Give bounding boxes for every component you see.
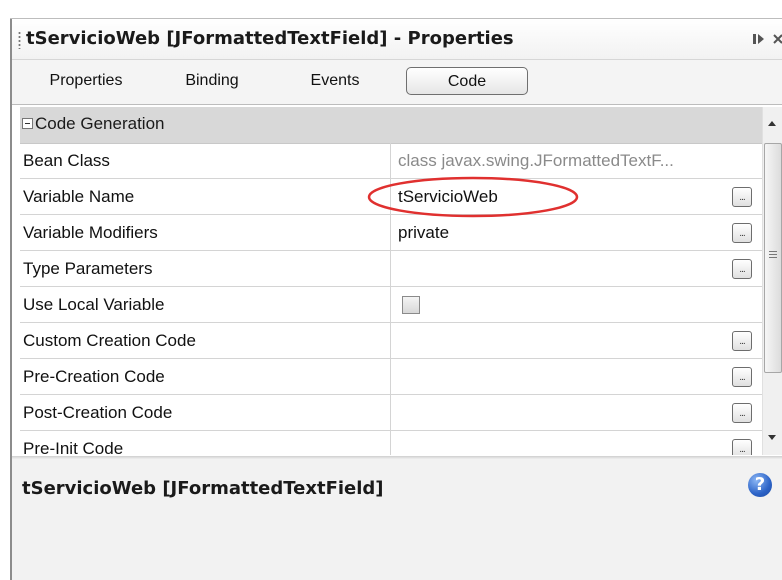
property-value[interactable] <box>398 251 738 286</box>
property-row-type-parameters[interactable]: Type Parameters ... <box>20 251 762 287</box>
drag-grip-icon[interactable] <box>18 31 21 49</box>
property-name: Post-Creation Code <box>23 403 173 422</box>
property-row-use-local-variable[interactable]: Use Local Variable <box>20 287 762 323</box>
property-value[interactable] <box>398 395 738 430</box>
property-row-pre-init-code[interactable]: Pre-Init Code ... <box>20 431 762 455</box>
tab-code[interactable]: Code <box>406 67 528 95</box>
property-name: Use Local Variable <box>23 295 165 314</box>
property-row-custom-creation-code[interactable]: Custom Creation Code ... <box>20 323 762 359</box>
property-value[interactable]: private <box>398 215 738 250</box>
help-icon[interactable]: ? <box>748 473 772 497</box>
column-divider <box>390 143 391 178</box>
maximize-icon[interactable] <box>751 31 767 47</box>
property-row-bean-class[interactable]: Bean Class class javax.swing.JFormattedT… <box>20 143 762 179</box>
column-divider <box>390 179 391 214</box>
property-value[interactable] <box>398 431 738 455</box>
property-row-pre-creation-code[interactable]: Pre-Creation Code ... <box>20 359 762 395</box>
title-bar[interactable]: tServicioWeb [JFormattedTextField] - Pro… <box>12 19 782 60</box>
ellipsis-button[interactable]: ... <box>732 439 752 455</box>
column-divider <box>390 431 391 455</box>
scrollbar-thumb[interactable] <box>764 143 782 373</box>
property-value[interactable] <box>398 323 738 358</box>
property-row-post-creation-code[interactable]: Post-Creation Code ... <box>20 395 762 431</box>
column-divider <box>390 287 391 322</box>
property-name: Variable Name <box>23 187 135 206</box>
vertical-scrollbar[interactable] <box>762 107 782 455</box>
category-row-code-generation[interactable]: Code Generation <box>20 107 762 144</box>
tab-properties[interactable]: Properties <box>26 67 146 95</box>
tab-events[interactable]: Events <box>295 67 375 95</box>
column-divider <box>390 323 391 358</box>
property-name: Custom Creation Code <box>23 331 196 350</box>
property-value[interactable] <box>398 359 738 394</box>
description-title: tServicioWeb [JFormattedTextField] <box>22 478 384 499</box>
column-divider <box>390 359 391 394</box>
property-name: Pre-Init Code <box>23 439 124 455</box>
ellipsis-button[interactable]: ... <box>732 403 752 423</box>
description-pane: tServicioWeb [JFormattedTextField] ? <box>12 459 782 580</box>
scroll-up-arrow-icon[interactable] <box>768 121 776 126</box>
scroll-down-arrow-icon[interactable] <box>768 435 776 440</box>
category-label: Code Generation <box>35 114 165 133</box>
column-divider <box>390 215 391 250</box>
tab-bar: Properties Binding Events Code <box>12 60 782 105</box>
property-sheet: Code Generation Bean Class class javax.s… <box>20 107 762 455</box>
close-icon[interactable] <box>772 31 782 47</box>
column-divider <box>390 395 391 430</box>
property-name: Pre-Creation Code <box>23 367 165 386</box>
property-name: Bean Class <box>23 151 110 170</box>
property-value: class javax.swing.JFormattedTextF... <box>398 151 674 170</box>
use-local-variable-checkbox[interactable] <box>402 296 420 314</box>
thumb-grip-icon <box>769 251 777 259</box>
property-row-variable-name[interactable]: Variable Name tServicioWeb ... <box>20 179 762 215</box>
ellipsis-button[interactable]: ... <box>732 259 752 279</box>
property-name: Type Parameters <box>23 259 153 278</box>
variable-name-field[interactable]: tServicioWeb <box>398 179 738 214</box>
properties-window: tServicioWeb [JFormattedTextField] - Pro… <box>0 0 782 580</box>
ellipsis-button[interactable]: ... <box>732 223 752 243</box>
column-divider <box>390 251 391 286</box>
property-row-variable-modifiers[interactable]: Variable Modifiers private ... <box>20 215 762 251</box>
collapse-icon[interactable] <box>22 118 33 129</box>
ellipsis-button[interactable]: ... <box>732 187 752 207</box>
property-name: Variable Modifiers <box>23 223 158 242</box>
ellipsis-button[interactable]: ... <box>732 367 752 387</box>
tab-binding[interactable]: Binding <box>172 67 252 95</box>
window-title: tServicioWeb [JFormattedTextField] - Pro… <box>26 28 514 49</box>
ellipsis-button[interactable]: ... <box>732 331 752 351</box>
